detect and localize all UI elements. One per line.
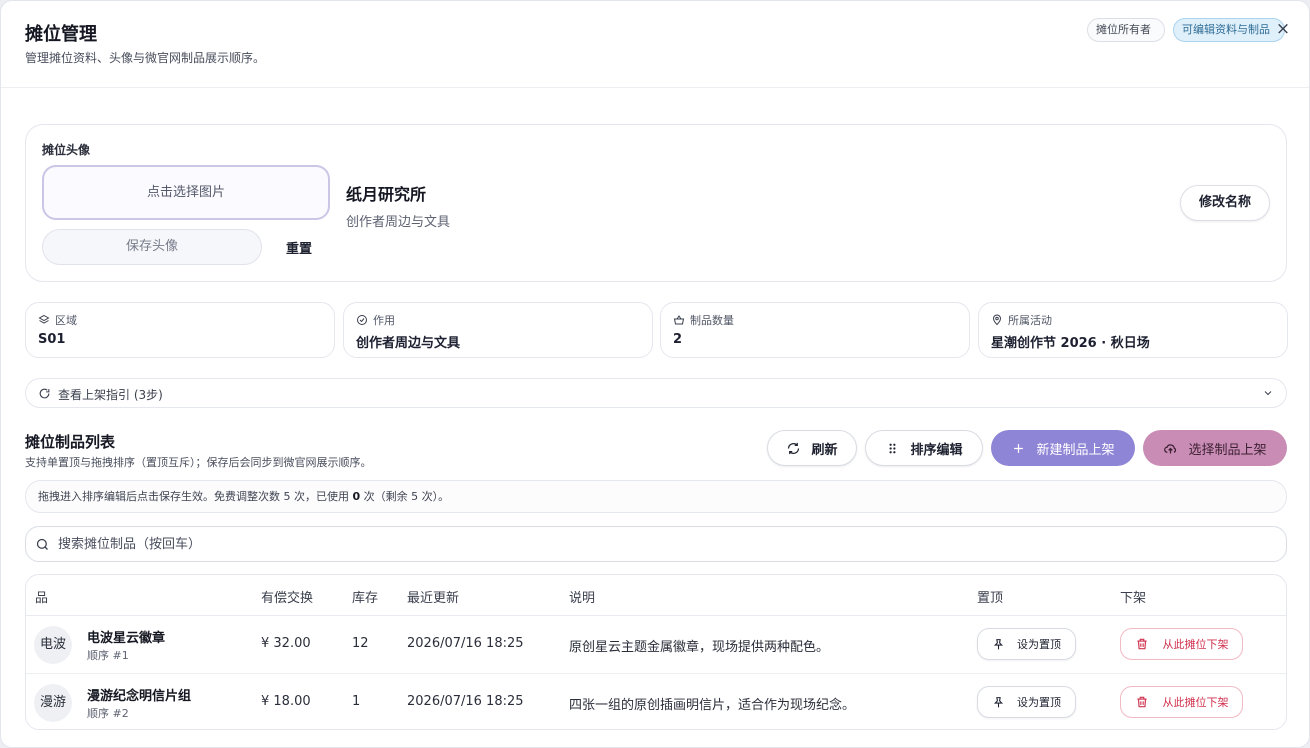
info-card-count: 制品数量 2: [660, 302, 970, 358]
sort-edit-button[interactable]: 排序编辑: [865, 430, 983, 466]
table-row: 电波 电波星云徽章 顺序 #1 ¥ 32.00 12 2026/07/16 18…: [26, 616, 1286, 673]
column-header-price: 有偿交换: [261, 591, 314, 606]
product-order: 顺序 #2: [87, 707, 129, 720]
info-value-count: 2: [673, 332, 683, 347]
plus-icon: [1014, 443, 1024, 453]
page-subtitle: 管理摊位资料、头像与微官网制品展示顺序。: [25, 51, 266, 65]
product-price: ¥ 32.00: [261, 636, 311, 651]
set-pin-label: 设为置顶: [1017, 696, 1061, 709]
product-description: 原创星云主题金属徽章，现场提供两种配色。: [569, 640, 830, 655]
basket-icon: [673, 315, 685, 325]
info-value-event: 星潮创作节 2026 · 秋日场: [991, 336, 1150, 351]
table-row: 漫游 漫游纪念明信片组 顺序 #2 ¥ 18.00 1 2026/07/16 1…: [26, 673, 1286, 729]
column-header-description: 说明: [569, 591, 596, 606]
set-pin-button[interactable]: 设为置顶: [977, 686, 1076, 718]
product-price: ¥ 18.00: [261, 694, 311, 709]
product-table: 品 有偿交换 库存 最近更新 说明 置顶 下架 电波 电波星云徽章 顺序 #1 …: [25, 574, 1287, 730]
product-order: 顺序 #1: [87, 649, 129, 662]
info-label-area: 区域: [55, 314, 77, 327]
remove-label: 从此摊位下架: [1162, 696, 1229, 709]
pin-icon: [993, 638, 1004, 649]
info-card-role: 作用 创作者周边与文具: [343, 302, 653, 358]
info-label-role: 作用: [373, 314, 395, 327]
column-header-pin: 置顶: [977, 591, 1004, 606]
avatar-section-label: 摊位头像: [42, 143, 91, 157]
sort-notice: 拖拽进入排序编辑后点击保存生效。免费调整次数 5 次，已使用 0 次（剩余 5 …: [25, 480, 1287, 513]
booth-avatar-card: 摊位头像 点击选择图片 保存头像 重置 纸月研究所 创作者周边与文具 修改名称: [25, 124, 1287, 282]
close-icon[interactable]: ×: [1273, 18, 1293, 40]
rename-button[interactable]: 修改名称: [1180, 185, 1270, 221]
trash-icon: [1136, 696, 1147, 708]
remove-from-booth-button[interactable]: 从此摊位下架: [1120, 686, 1243, 718]
save-avatar-button[interactable]: 保存头像: [42, 229, 262, 265]
cloud-upload-icon: [1164, 443, 1177, 453]
product-description: 四张一组的原创插画明信片，适合作为现场纪念。: [569, 698, 856, 713]
column-header-stock: 库存: [352, 591, 379, 606]
product-name: 漫游纪念明信片组: [87, 689, 192, 704]
drag-handle-icon: [889, 443, 896, 453]
column-header-remove: 下架: [1120, 591, 1147, 606]
refresh-label: 刷新: [811, 442, 838, 458]
info-card-area: 区域 S01: [25, 302, 335, 358]
product-search: [25, 526, 1287, 562]
info-value-area: S01: [38, 332, 66, 347]
product-thumbnail: 电波: [34, 626, 72, 664]
set-pin-label: 设为置顶: [1017, 638, 1061, 651]
check-circle-icon: [357, 315, 367, 325]
column-header-product: 品: [35, 591, 49, 606]
refresh-icon: [788, 442, 800, 454]
location-pin-icon: [992, 314, 1002, 326]
notice-prefix: 拖拽进入排序编辑后点击保存生效。免费调整次数 5 次，已使用: [38, 490, 353, 503]
search-input[interactable]: [58, 533, 1258, 555]
set-pin-button[interactable]: 设为置顶: [977, 628, 1076, 660]
dialog-header: 摊位管理 管理摊位资料、头像与微官网制品展示顺序。 摊位所有者 可编辑资料与制品…: [1, 1, 1309, 88]
search-icon: [36, 538, 48, 550]
reset-button[interactable]: 重置: [286, 238, 312, 257]
product-list-subtitle: 支持单置顶与拖拽排序（置顶互斥）；保存后会同步到微官网展示顺序。: [25, 456, 372, 469]
edit-permission-badge: 可编辑资料与制品: [1173, 18, 1285, 42]
remove-from-booth-button[interactable]: 从此摊位下架: [1120, 628, 1243, 660]
booth-management-dialog: 摊位管理 管理摊位资料、头像与微官网制品展示顺序。 摊位所有者 可编辑资料与制品…: [0, 0, 1310, 748]
info-label-count: 制品数量: [690, 314, 734, 327]
trash-icon: [1136, 638, 1147, 650]
select-product-label: 选择制品上架: [1188, 442, 1267, 458]
info-value-role: 创作者周边与文具: [356, 336, 461, 351]
select-product-button[interactable]: 选择制品上架: [1143, 430, 1287, 466]
pick-image-button[interactable]: 点击选择图片: [42, 165, 330, 220]
product-updated: 2026/07/16 18:25: [407, 636, 524, 651]
owner-role-badge: 摊位所有者: [1087, 18, 1165, 42]
refresh-small-icon: [39, 388, 50, 399]
product-updated: 2026/07/16 18:25: [407, 694, 524, 709]
new-product-button[interactable]: 新建制品上架: [991, 430, 1135, 466]
page-title: 摊位管理: [25, 24, 97, 45]
layers-icon: [38, 314, 50, 324]
listing-guide-toggle[interactable]: 查看上架指引 (3步): [25, 378, 1287, 408]
notice-suffix: 次（剩余 5 次）。: [360, 490, 450, 503]
booth-description: 创作者周边与文具: [346, 215, 451, 230]
product-name: 电波星云徽章: [87, 631, 166, 646]
new-product-label: 新建制品上架: [1036, 442, 1115, 458]
booth-name: 纸月研究所: [346, 185, 427, 204]
column-header-updated: 最近更新: [407, 591, 460, 606]
notice-used-count: 0: [352, 490, 361, 503]
refresh-button[interactable]: 刷新: [767, 430, 857, 466]
info-label-event: 所属活动: [1008, 314, 1052, 327]
product-stock: 12: [352, 636, 369, 651]
product-list-title: 摊位制品列表: [25, 433, 116, 451]
table-header: 品 有偿交换 库存 最近更新 说明 置顶 下架: [26, 575, 1286, 616]
sort-edit-label: 排序编辑: [910, 442, 963, 458]
remove-label: 从此摊位下架: [1162, 638, 1229, 651]
product-thumbnail: 漫游: [34, 684, 72, 722]
chevron-down-icon: [1264, 391, 1272, 396]
product-stock: 1: [352, 694, 361, 709]
guide-label: 查看上架指引 (3步): [58, 388, 163, 402]
pin-icon: [993, 696, 1004, 707]
info-card-event: 所属活动 星潮创作节 2026 · 秋日场: [978, 302, 1288, 358]
